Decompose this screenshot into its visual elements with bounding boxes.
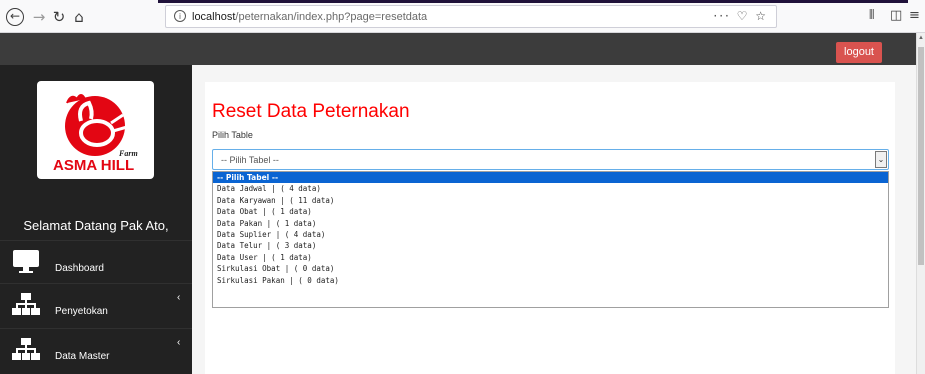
option-data-pakan[interactable]: Data Pakan | ( 1 data) <box>213 218 888 229</box>
sitemap-icon <box>12 293 40 315</box>
page-scrollbar[interactable]: ▲ <box>916 33 925 374</box>
address-bar[interactable]: i localhost/peternakan/index.php?page=re… <box>165 5 777 28</box>
option-sirkulasi-pakan[interactable]: Sirkulasi Pakan | ( 0 data) <box>213 275 888 286</box>
table-select[interactable]: -- Pilih Tabel -- ⌄ <box>212 149 889 170</box>
sidebar-item-penyetokan[interactable]: Penyetokan ‹ <box>0 283 192 328</box>
sidebar: ASMA HILL Farm Selamat Datang Pak Ato, D… <box>0 65 192 374</box>
logout-button[interactable]: logout <box>836 42 882 63</box>
chevron-left-icon: ‹ <box>177 292 181 303</box>
option-sirkulasi-obat[interactable]: Sirkulasi Obat | ( 0 data) <box>213 263 888 274</box>
info-icon[interactable]: i <box>174 10 186 22</box>
scroll-up-icon[interactable]: ▲ <box>918 35 924 41</box>
field-label: Pilih Table <box>212 130 253 140</box>
logo-text: ASMA HILL <box>53 157 135 174</box>
chevron-down-icon[interactable]: ⌄ <box>875 151 887 168</box>
sidebar-item-data-master[interactable]: Data Master ‹ <box>0 328 192 373</box>
welcome-text: Selamat Datang Pak Ato, <box>23 218 169 233</box>
page-actions[interactable]: ··· ♡ ☆ <box>713 9 768 23</box>
sidebar-item-label: Data Master <box>55 351 110 362</box>
table-select-dropdown: -- Pilih Tabel -- Data Jadwal | ( 4 data… <box>212 171 889 308</box>
sidebar-item-label: Dashboard <box>55 263 104 274</box>
active-tab-indicator <box>158 0 908 3</box>
app-header: logout <box>0 33 916 65</box>
forward-arrow-icon[interactable]: → <box>30 8 48 26</box>
home-icon[interactable]: ⌂ <box>70 8 88 26</box>
library-icon[interactable]: ⫴ <box>869 8 874 23</box>
option-data-jadwal[interactable]: Data Jadwal | ( 4 data) <box>213 183 888 194</box>
logo-subtext: Farm <box>119 149 138 158</box>
back-arrow-icon[interactable]: ← <box>6 8 24 26</box>
page-title: Reset Data Peternakan <box>212 101 410 122</box>
scrollbar-thumb[interactable] <box>918 47 924 265</box>
reload-icon[interactable]: ↻ <box>50 8 68 26</box>
sidebar-toggle-icon[interactable]: ◫ <box>890 8 902 23</box>
browser-toolbar: ← → ↻ ⌂ i localhost/peternakan/index.php… <box>0 0 925 33</box>
chevron-left-icon: ‹ <box>177 337 181 348</box>
sidebar-item-dashboard[interactable]: Dashboard <box>0 240 192 285</box>
option-data-obat[interactable]: Data Obat | ( 1 data) <box>213 206 888 217</box>
farm-logo: ASMA HILL Farm <box>37 81 154 179</box>
option-data-karyawan[interactable]: Data Karyawan | ( 11 data) <box>213 195 888 206</box>
option-data-user[interactable]: Data User | ( 1 data) <box>213 252 888 263</box>
sidebar-item-label: Penyetokan <box>55 306 108 317</box>
url-text[interactable]: localhost/peternakan/index.php?page=rese… <box>192 11 427 23</box>
monitor-icon <box>13 250 39 273</box>
sitemap-icon <box>12 338 40 360</box>
option-data-suplier[interactable]: Data Suplier | ( 4 data) <box>213 229 888 240</box>
option-data-telur[interactable]: Data Telur | ( 3 data) <box>213 240 888 251</box>
menu-icon[interactable]: ≡ <box>909 8 920 23</box>
select-value: -- Pilih Tabel -- <box>221 155 279 165</box>
option-pilih-tabel[interactable]: -- Pilih Tabel -- <box>213 172 888 184</box>
